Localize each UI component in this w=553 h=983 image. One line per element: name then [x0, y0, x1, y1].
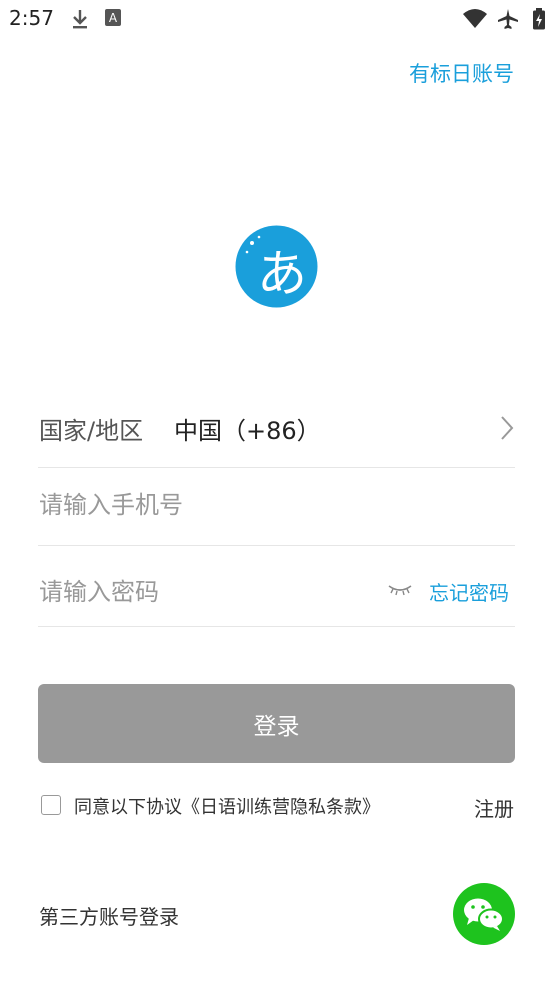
login-button[interactable]: 登录: [38, 684, 515, 763]
a-icon: A: [104, 8, 122, 32]
forgot-password-link[interactable]: 忘记密码: [429, 577, 509, 606]
download-icon: [70, 8, 90, 34]
divider: [38, 626, 515, 627]
airplane-icon: [496, 8, 520, 34]
divider: [38, 467, 515, 468]
app-logo: あ: [235, 225, 318, 308]
wechat-login-button[interactable]: [453, 883, 515, 945]
agreement-checkbox[interactable]: [41, 795, 61, 815]
phone-input[interactable]: 请输入手机号: [39, 485, 183, 520]
divider: [38, 545, 515, 546]
region-value[interactable]: 中国（+86）: [174, 411, 321, 446]
svg-text:A: A: [109, 11, 118, 25]
third-party-label: 第三方账号登录: [39, 905, 179, 929]
wechat-icon: [461, 895, 507, 937]
wifi-icon: [462, 8, 488, 34]
region-label: 国家/地区: [39, 417, 144, 445]
status-bar: 2:57 A: [0, 0, 553, 38]
eye-closed-icon[interactable]: [388, 582, 412, 601]
battery-icon: [532, 8, 546, 34]
register-link[interactable]: 注册: [474, 793, 514, 822]
chevron-right-icon[interactable]: [498, 414, 516, 446]
existing-account-link[interactable]: 有标日账号: [409, 58, 514, 88]
logo-glyph: あ: [257, 245, 307, 303]
password-input[interactable]: 请输入密码: [39, 572, 159, 607]
status-time: 2:57: [9, 6, 54, 30]
agreement-text[interactable]: 同意以下协议《日语训练营隐私条款》: [74, 793, 380, 819]
